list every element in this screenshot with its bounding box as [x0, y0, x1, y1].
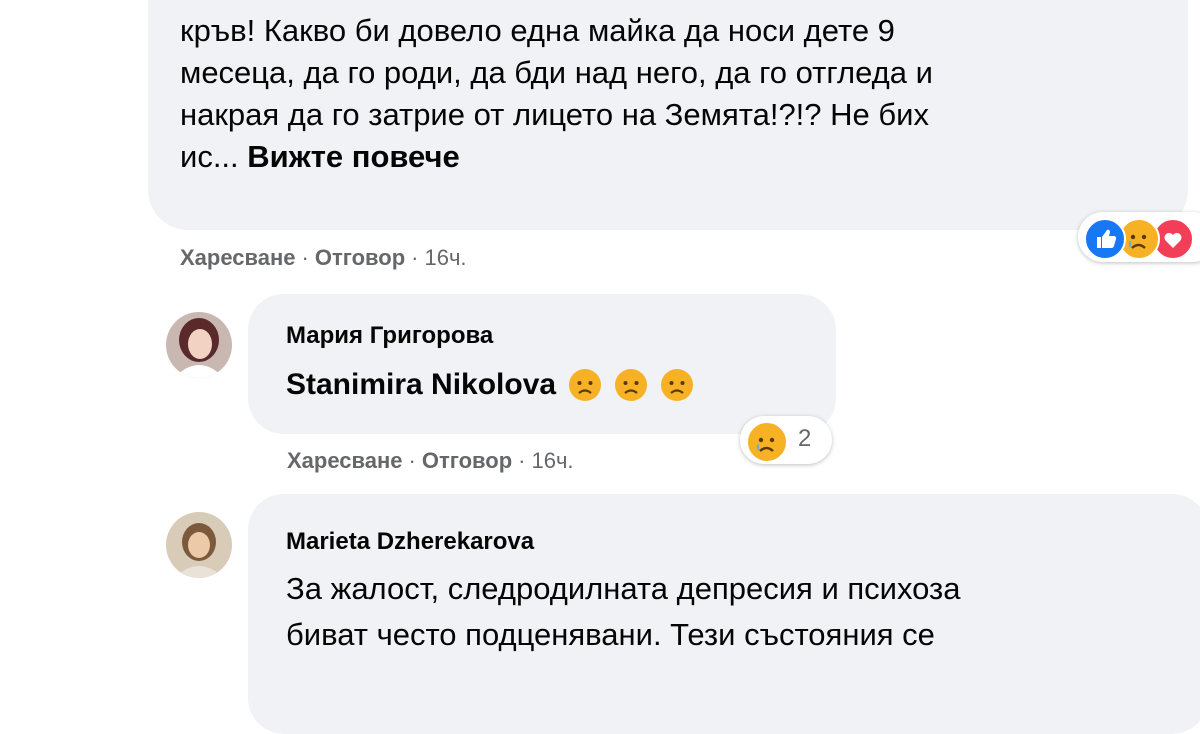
reaction-count: 2 — [798, 425, 812, 452]
sad-face-emoji — [568, 368, 602, 402]
avatar[interactable] — [166, 512, 232, 578]
comment-text: кръв! Какво би довело една майка да носи… — [180, 10, 1180, 178]
like-icon — [1084, 218, 1126, 260]
sad-face-emoji — [614, 368, 648, 402]
reaction-summary[interactable] — [1078, 212, 1200, 262]
comment-bubble — [248, 294, 836, 434]
see-more-link[interactable]: Вижте повече — [247, 139, 459, 174]
comment-timestamp[interactable]: 16ч. — [532, 448, 574, 473]
comment-author[interactable]: Мария Григорова — [286, 322, 493, 350]
like-action[interactable]: Харесване — [287, 448, 403, 473]
reply-action[interactable]: Отговор — [422, 448, 512, 473]
separator-dot: · — [411, 245, 419, 270]
comment-actions: Харесване · Отговор · 16ч. — [287, 448, 574, 474]
comment-actions: Харесване · Отговор · 16ч. — [180, 245, 467, 271]
reaction-summary[interactable]: 2 — [740, 416, 832, 464]
avatar[interactable] — [166, 312, 232, 378]
user-mention[interactable]: Stanimira Nikolova — [286, 368, 556, 402]
like-action[interactable]: Харесване — [180, 245, 296, 270]
comment-text: Stanimira Nikolova — [286, 368, 694, 402]
separator-dot: · — [408, 448, 416, 473]
sad-face-emoji — [660, 368, 694, 402]
comment-timestamp[interactable]: 16ч. — [425, 245, 467, 270]
separator-dot: · — [518, 448, 526, 473]
reply-action[interactable]: Отговор — [315, 245, 405, 270]
comment-author[interactable]: Marieta Dzherekarova — [286, 528, 534, 556]
separator-dot: · — [301, 245, 309, 270]
comment-text: За жалост, следродилната депресия и псих… — [286, 571, 961, 652]
sad-icon — [746, 421, 788, 463]
